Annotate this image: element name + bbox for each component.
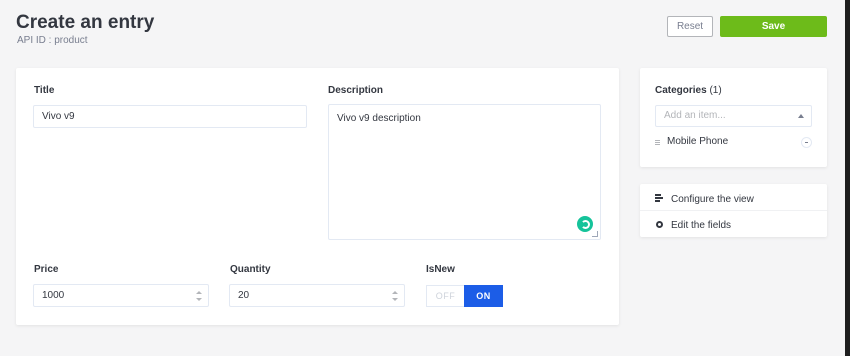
- categories-label: Categories: [655, 85, 707, 96]
- description-textarea[interactable]: Vivo v9 description: [328, 104, 601, 240]
- isnew-toggle[interactable]: OFF ON: [426, 285, 503, 307]
- reset-button[interactable]: Reset: [667, 16, 713, 37]
- resize-handle-icon[interactable]: [592, 231, 598, 237]
- quantity-spinner-icon[interactable]: [392, 291, 398, 301]
- save-button[interactable]: Save: [720, 16, 827, 37]
- price-value: 1000: [42, 290, 65, 301]
- grammarly-icon[interactable]: [577, 216, 593, 232]
- quantity-input[interactable]: 20: [229, 284, 405, 307]
- page-subtitle: API ID : product: [17, 35, 88, 46]
- category-item-label: Mobile Phone: [667, 136, 729, 147]
- caret-up-icon[interactable]: [798, 114, 804, 118]
- categories-input[interactable]: Add an item...: [655, 105, 812, 127]
- configure-view-link[interactable]: Configure the view: [640, 185, 827, 211]
- toggle-on-option[interactable]: ON: [464, 285, 503, 307]
- sidebar-links-card: Configure the view Edit the fields: [640, 184, 827, 237]
- edit-fields-link[interactable]: Edit the fields: [640, 211, 827, 237]
- toggle-off-option[interactable]: OFF: [426, 285, 464, 307]
- isnew-label: IsNew: [426, 264, 455, 275]
- categories-card: Categories (1) Add an item... Mobile Pho…: [640, 68, 827, 167]
- list-item[interactable]: Mobile Phone: [655, 136, 812, 150]
- categories-count: (1): [709, 85, 722, 96]
- window-edge: [845, 0, 850, 356]
- price-spinner-icon[interactable]: [196, 291, 202, 301]
- edit-fields-label: Edit the fields: [671, 220, 732, 231]
- configure-view-label: Configure the view: [671, 194, 754, 205]
- remove-icon[interactable]: [801, 137, 812, 148]
- categories-placeholder: Add an item...: [664, 110, 726, 121]
- price-label: Price: [34, 264, 59, 275]
- quantity-label: Quantity: [230, 264, 271, 275]
- price-input[interactable]: 1000: [33, 284, 209, 307]
- main-form-card: Title Vivo v9 Description Vivo v9 descri…: [16, 68, 619, 325]
- categories-heading: Categories (1): [655, 85, 722, 96]
- quantity-value: 20: [238, 290, 250, 301]
- description-label: Description: [328, 85, 384, 96]
- title-input[interactable]: Vivo v9: [33, 105, 307, 128]
- sliders-icon: [655, 194, 663, 202]
- description-text: Vivo v9 description: [337, 113, 421, 124]
- drag-handle-icon[interactable]: [655, 140, 660, 145]
- page-title: Create an entry: [16, 12, 155, 33]
- gear-icon: [656, 221, 663, 228]
- title-label: Title: [34, 85, 55, 96]
